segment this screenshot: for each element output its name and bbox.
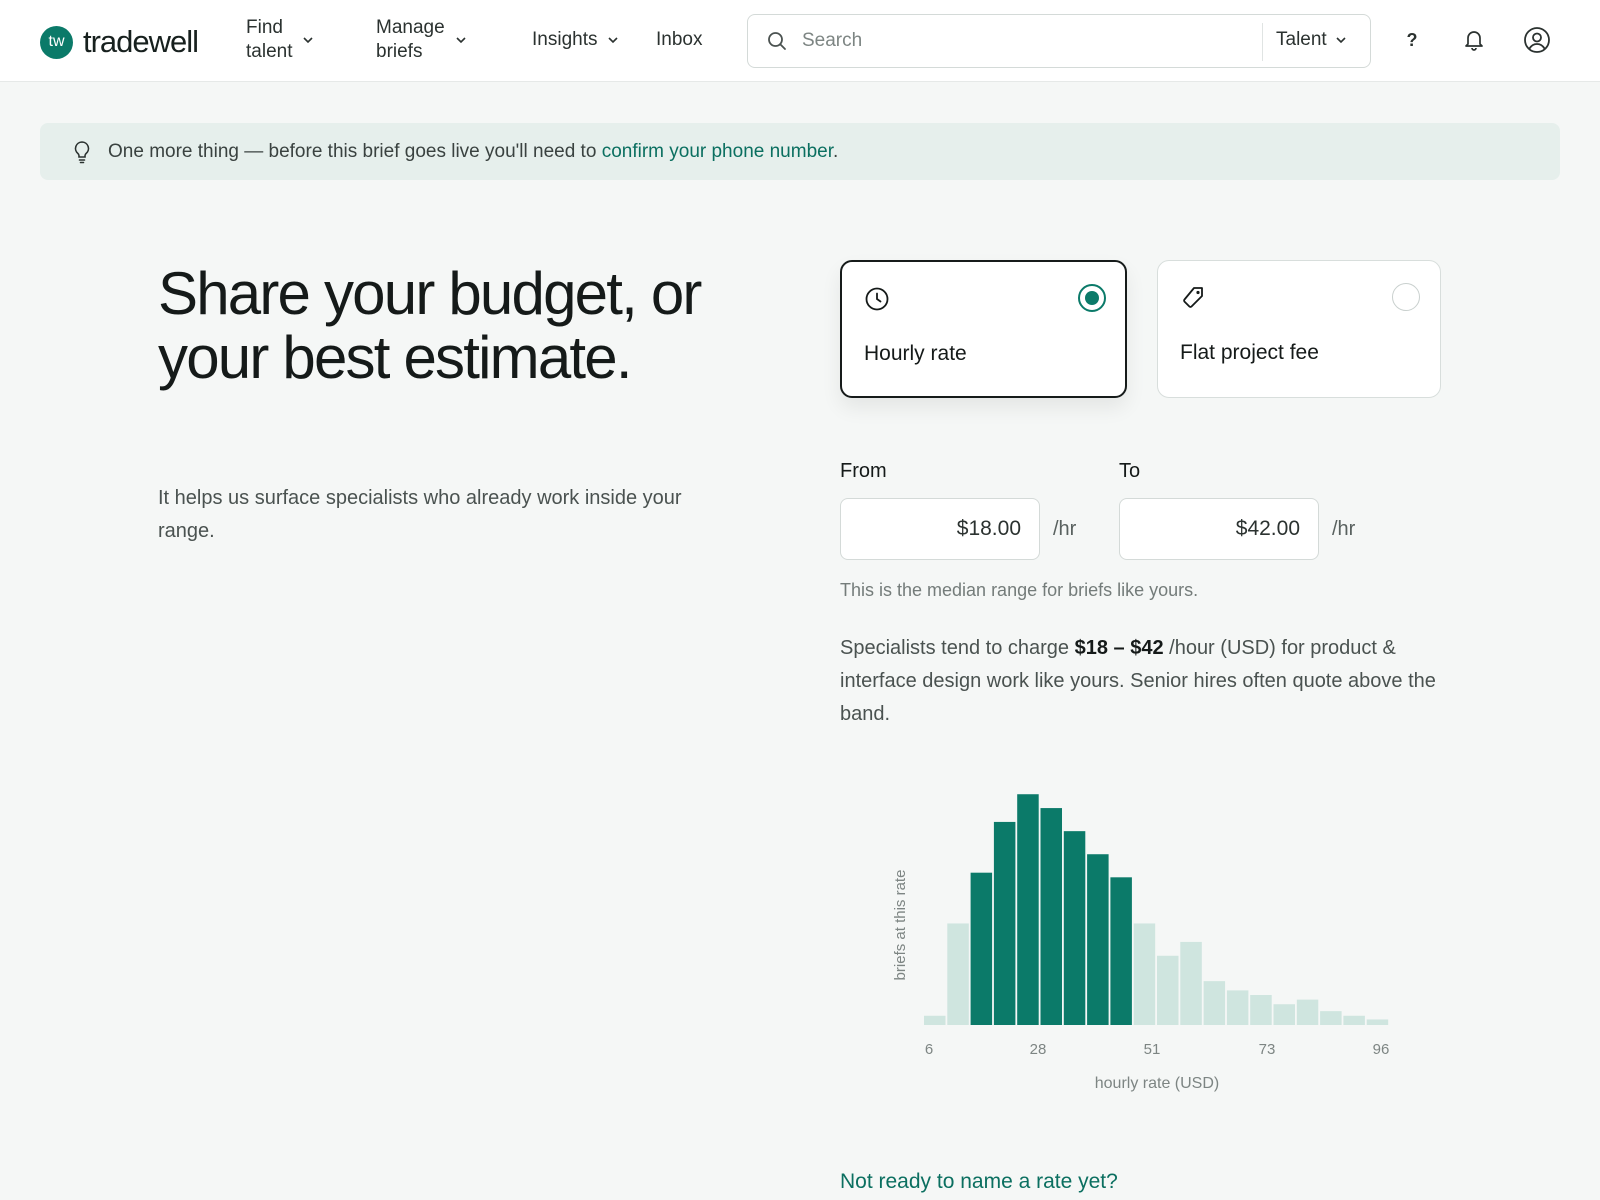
histogram-bar — [924, 1015, 946, 1025]
histogram-bar — [993, 821, 1016, 1025]
hourly-rate-label: Hourly rate — [864, 342, 967, 365]
phone-confirmation-banner: One more thing — before this brief goes … — [40, 123, 1560, 180]
from-label: From — [840, 460, 887, 482]
page-subtitle: It helps us surface specialists who alre… — [158, 487, 682, 542]
median-range-hint: This is the median range for briefs like… — [840, 580, 1199, 600]
search-divider — [1262, 23, 1263, 61]
hourly-radio-selected[interactable] — [1078, 284, 1106, 312]
histogram-bar — [1180, 941, 1202, 1025]
histogram-tick-label: 73 — [1259, 1041, 1276, 1058]
search-icon — [768, 32, 786, 50]
nav-insights-label: Insights — [532, 29, 598, 50]
lightbulb-icon — [74, 140, 90, 163]
histogram-x-ticks: 6 28 51 73 96 — [925, 1041, 1390, 1058]
nav-inbox-label: Inbox — [656, 29, 703, 50]
confirm-phone-link[interactable]: confirm your phone number — [602, 141, 833, 162]
search-scope-label: Talent — [1276, 29, 1327, 50]
not-ready-link[interactable]: Not ready to name a rate yet? — [840, 1170, 1118, 1194]
user-circle-icon — [1524, 27, 1550, 53]
search-scope-dropdown[interactable]: Talent — [1276, 29, 1347, 51]
help-icon[interactable]: ? — [1398, 26, 1426, 54]
radio-dot — [1085, 291, 1099, 305]
rate-type-hourly-card[interactable]: Hourly rate — [840, 260, 1127, 398]
histogram-bar — [1366, 1019, 1389, 1025]
histogram-bar — [1203, 981, 1226, 1025]
rate-from-input[interactable] — [840, 498, 1040, 560]
histogram-bar — [1133, 923, 1156, 1025]
page-title: Share your budget, or your best estimate… — [158, 260, 702, 391]
from-unit: /hr — [1053, 518, 1077, 540]
chevron-down-icon — [303, 37, 314, 44]
nav-insights[interactable]: Insights — [532, 28, 619, 52]
chevron-down-icon — [456, 37, 466, 44]
histogram-bar — [1273, 1004, 1295, 1025]
rate-range-highlight: $18 – $42 — [1074, 637, 1164, 659]
histogram-y-label: briefs at this rate — [892, 870, 909, 981]
nav-find-talent-label: Find talent — [246, 17, 293, 62]
nav-manage-briefs[interactable]: Manage briefs — [376, 16, 467, 64]
histogram-bar — [1296, 999, 1319, 1025]
histogram-bar — [1087, 854, 1109, 1025]
histogram-bar — [947, 923, 969, 1025]
histogram-bar — [1320, 1011, 1342, 1025]
histogram-bar — [1040, 808, 1062, 1025]
histogram-tick-label: 28 — [1030, 1041, 1047, 1058]
rate-to-input[interactable] — [1119, 498, 1319, 560]
rate-type-flat-card[interactable]: Flat project fee — [1157, 260, 1441, 398]
flat-fee-label: Flat project fee — [1180, 341, 1319, 364]
logo-wordmark: tradewell — [83, 24, 199, 59]
histogram-bar — [1110, 877, 1132, 1025]
logo-mark: tw — [40, 25, 73, 59]
chevron-down-icon — [608, 37, 619, 44]
histogram-x-label: hourly rate (USD) — [1095, 1075, 1219, 1092]
user-account-icon[interactable] — [1523, 26, 1551, 54]
flat-fee-radio[interactable] — [1392, 283, 1420, 311]
search-box: Talent — [747, 14, 1371, 68]
bell-icon-glyph — [1465, 31, 1483, 51]
rate-description: Specialists tend to charge $18 – $42 /ho… — [840, 637, 1436, 725]
top-navigation-bar: tw tradewell Find talent Manage briefs I… — [0, 0, 1600, 82]
banner-message: One more thing — before this brief goes … — [108, 140, 839, 162]
histogram-tick-label: 96 — [1373, 1041, 1390, 1058]
nav-inbox[interactable]: Inbox — [656, 28, 702, 52]
histogram-bar — [1250, 995, 1272, 1025]
histogram-bar — [970, 872, 993, 1025]
to-unit: /hr — [1332, 518, 1356, 540]
histogram-bars — [924, 794, 1389, 1025]
search-input[interactable] — [802, 30, 1242, 52]
nav-manage-briefs-label: Manage briefs — [376, 17, 445, 62]
histogram-bar — [1063, 831, 1086, 1025]
histogram-bar — [1017, 794, 1039, 1025]
tag-icon — [1183, 287, 1203, 308]
rate-histogram: 6 28 51 73 96 briefs at this rate hourly rat… — [892, 794, 1390, 1092]
histogram-tick-label: 51 — [1144, 1041, 1161, 1058]
chevron-down-icon — [1336, 37, 1346, 44]
histogram-bar — [1343, 1015, 1365, 1025]
brand-logo[interactable]: tw tradewell — [40, 24, 199, 60]
to-label: To — [1119, 460, 1141, 482]
clock-icon — [865, 287, 889, 311]
histogram-bar — [1226, 990, 1249, 1025]
bell-icon[interactable] — [1460, 26, 1488, 54]
histogram-tick-label: 6 — [925, 1041, 933, 1058]
nav-find-talent[interactable]: Find talent — [246, 16, 314, 64]
histogram-bar — [1157, 955, 1179, 1025]
